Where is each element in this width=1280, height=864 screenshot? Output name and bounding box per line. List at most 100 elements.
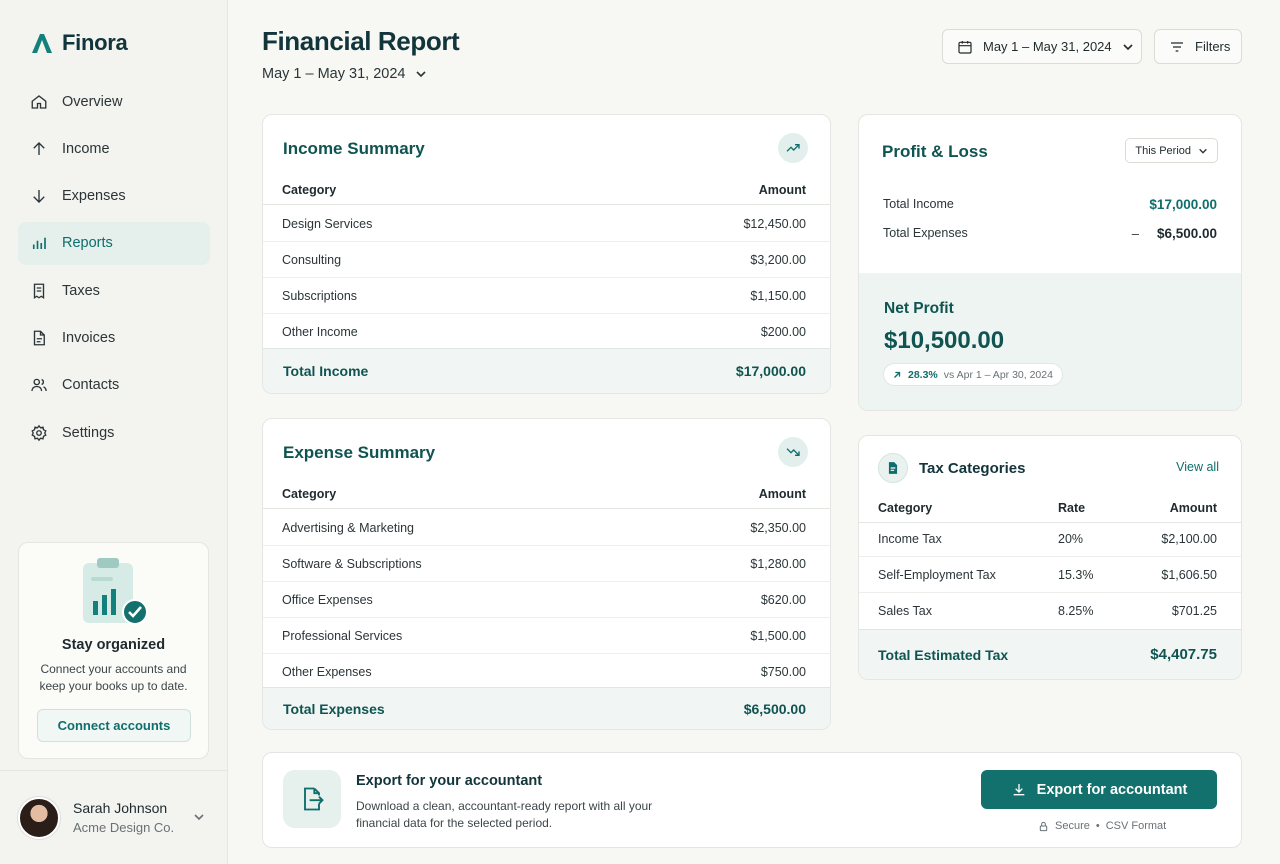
pl-expense-label: Total Expenses — [883, 226, 968, 240]
row-category: Software & Subscriptions — [282, 557, 422, 571]
promo-text: Connect your accounts and keep your book… — [39, 662, 188, 693]
receipt-icon — [33, 283, 45, 299]
row-amount: $200.00 — [760, 325, 806, 339]
home-icon — [31, 94, 47, 109]
date-range-button[interactable]: May 1 – May 31, 2024 — [942, 29, 1142, 64]
calendar-icon — [958, 40, 972, 54]
row-rate: 15.3% — [1058, 568, 1094, 582]
filters-button[interactable]: Filters — [1154, 29, 1242, 64]
avatar — [18, 796, 60, 839]
sidebar-item-label: Settings — [62, 424, 115, 441]
total-income-value: $17,000.00 — [735, 363, 806, 379]
sidebar: Finora Overview Income Expenses Reports … — [0, 0, 228, 864]
row-category: Office Expenses — [282, 593, 373, 607]
row-rate: 20% — [1058, 532, 1084, 546]
arrow-up-icon — [33, 141, 45, 155]
net-profit-label: Net Profit — [884, 300, 954, 317]
sidebar-item-label: Reports — [62, 235, 113, 252]
column-header: Category — [878, 501, 933, 515]
row-category: Sales Tax — [878, 604, 932, 618]
filters-label: Filters — [1195, 39, 1231, 54]
profit-loss-title: Profit & Loss — [882, 142, 988, 161]
column-header: Amount — [758, 183, 806, 197]
users-icon — [31, 378, 47, 392]
arrow-down-icon — [33, 190, 45, 204]
sidebar-item-overview[interactable]: Overview — [18, 80, 210, 123]
sidebar-nav: Overview Income Expenses Reports Taxes I… — [18, 80, 210, 458]
net-profit-panel: Net Profit $10,500.00 28.3% vs Apr 1 – A… — [859, 273, 1241, 410]
total-income-label: Total Income — [283, 363, 369, 379]
table-total-row: Total Estimated Tax $4,407.75 — [859, 629, 1241, 679]
pl-expense-sign: – — [1131, 226, 1139, 241]
period-select[interactable]: This Period — [1125, 138, 1218, 163]
net-change-pct: 28.3% — [908, 368, 938, 381]
main-content: Financial Report May 1 – May 31, 2024 Ma… — [228, 0, 1280, 864]
sidebar-item-invoices[interactable]: Invoices — [18, 316, 210, 359]
sidebar-item-income[interactable]: Income — [18, 127, 210, 170]
table-row: Software & Subscriptions $1,280.00 — [263, 546, 830, 582]
table-total-row: Total Expenses $6,500.00 — [263, 687, 830, 729]
clipboard-illustration-icon — [83, 558, 148, 625]
total-tax-label: Total Estimated Tax — [878, 647, 1009, 663]
tax-categories-title: Tax Categories — [919, 460, 1026, 477]
separator-dot: • — [1095, 820, 1100, 832]
export-meta: Secure • CSV Format — [1038, 820, 1166, 832]
sidebar-item-taxes[interactable]: Taxes — [18, 269, 210, 312]
table-row: Other Expenses $750.00 — [263, 654, 830, 690]
table-row: Self-Employment Tax 15.3% $1,606.50 — [859, 557, 1241, 593]
row-amount: $2,350.00 — [750, 521, 806, 535]
sidebar-item-label: Contacts — [62, 377, 120, 394]
column-header: Amount — [758, 487, 806, 501]
chevron-down-icon — [416, 71, 427, 78]
column-header: Amount — [1169, 501, 1217, 515]
row-amount: $2,100.00 — [1161, 532, 1217, 546]
column-header: Category — [282, 183, 337, 197]
page-title: Financial Report — [262, 26, 460, 56]
export-card: Export for your accountant Download a cl… — [262, 752, 1242, 848]
row-amount: $1,280.00 — [750, 557, 806, 571]
chevron-down-icon — [1199, 148, 1207, 154]
column-header: Category — [282, 487, 337, 501]
row-category: Other Income — [282, 325, 358, 339]
brand[interactable]: Finora — [30, 30, 128, 56]
row-amount: $1,500.00 — [750, 629, 806, 643]
export-for-accountant-button[interactable]: Export for accountant — [981, 770, 1217, 809]
period-label: May 1 – May 31, 2024 — [262, 66, 406, 82]
income-summary-card: Income Summary Category Amount Design Se… — [262, 114, 831, 394]
export-title: Export for your accountant — [356, 773, 543, 789]
download-icon — [1013, 783, 1025, 795]
table-row: Professional Services $1,500.00 — [263, 618, 830, 654]
format-label: CSV Format — [1105, 820, 1167, 832]
row-amount: $620.00 — [760, 593, 806, 607]
bar-chart-icon — [32, 238, 46, 250]
row-category: Subscriptions — [282, 289, 358, 303]
row-amount: $3,200.00 — [750, 253, 806, 267]
sidebar-item-label: Overview — [62, 93, 123, 110]
table-row: Subscriptions $1,150.00 — [263, 278, 830, 314]
export-button-label: Export for accountant — [1036, 781, 1188, 798]
row-rate: 8.25% — [1058, 604, 1094, 618]
chevron-down-icon[interactable] — [193, 811, 205, 823]
sidebar-item-contacts[interactable]: Contacts — [18, 364, 210, 407]
secure-label: Secure — [1055, 820, 1090, 832]
user-menu[interactable]: Sarah Johnson Acme Design Co. — [0, 770, 227, 864]
table-row: Advertising & Marketing $2,350.00 — [263, 510, 830, 546]
date-range-label: May 1 – May 31, 2024 — [983, 39, 1112, 54]
pl-expense-row: Total Expenses – $6,500.00 — [883, 226, 1217, 241]
sidebar-item-expenses[interactable]: Expenses — [18, 175, 210, 218]
connect-accounts-button[interactable]: Connect accounts — [37, 709, 191, 742]
net-change-text: vs Apr 1 – Apr 30, 2024 — [943, 368, 1053, 381]
table-header: Category Amount — [263, 481, 830, 509]
sidebar-item-label: Taxes — [62, 282, 100, 299]
row-category: Consulting — [282, 253, 342, 267]
period-selector[interactable]: May 1 – May 31, 2024 — [262, 66, 427, 82]
sidebar-item-settings[interactable]: Settings — [18, 411, 210, 454]
row-category: Income Tax — [878, 532, 942, 546]
total-expenses-value: $6,500.00 — [743, 701, 806, 717]
gear-icon — [31, 424, 47, 441]
sidebar-item-reports[interactable]: Reports — [18, 221, 210, 265]
view-all-link[interactable]: View all — [1176, 460, 1219, 474]
pl-income-value: $17,000.00 — [1149, 197, 1217, 212]
total-tax-value: $4,407.75 — [1150, 646, 1217, 663]
row-category: Design Services — [282, 217, 373, 231]
